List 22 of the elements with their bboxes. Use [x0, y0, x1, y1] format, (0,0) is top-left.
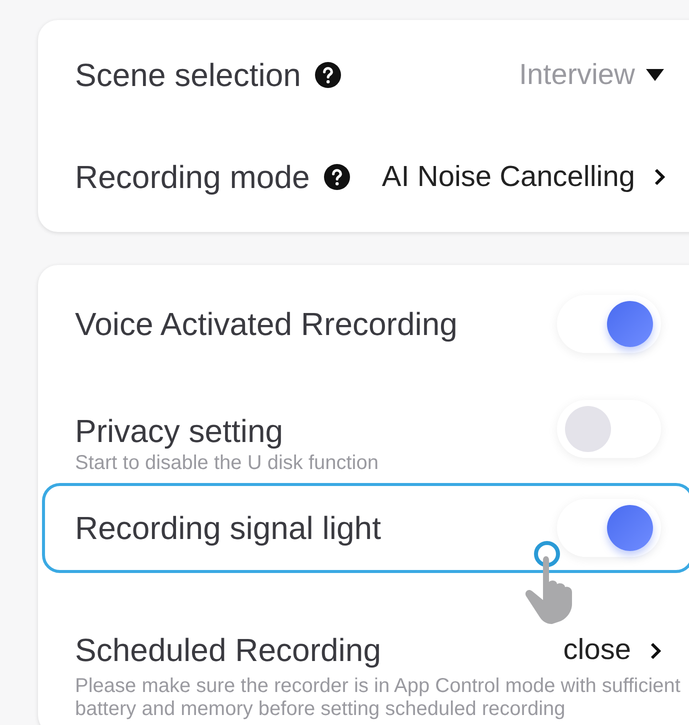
setting-description: Please make sure the recorder is in App Control mode with sufficient battery and memory before setting scheduled recording	[75, 675, 682, 721]
setting-label: Scene selection	[75, 56, 301, 94]
toggle-switch[interactable]	[557, 499, 661, 557]
scene-value: Interview	[518, 58, 635, 92]
setting-label: Scheduled Recording	[75, 632, 381, 669]
setting-row[interactable]: Recording mode AI Noise Cancelling	[42, 156, 689, 198]
setting-label: Recording signal light	[75, 510, 381, 546]
setting-label: Privacy setting	[75, 412, 284, 450]
setting-row[interactable]: Scheduled Recording close Please make sure the recorder is in App Control mode with sufficient battery and memory before setting scheduled recording	[42, 623, 689, 724]
setting-row[interactable]: Scene selection Interview	[42, 54, 689, 96]
chevron-right-icon[interactable]	[653, 168, 665, 186]
help-icon[interactable]	[314, 62, 341, 88]
chevron-right-icon[interactable]	[649, 642, 661, 660]
help-icon[interactable]	[324, 164, 350, 190]
setting-row[interactable]: Privacy setting Start to disable the U disk function	[42, 377, 689, 483]
setting-label: Voice Activated Rrecording	[75, 306, 458, 342]
setting-row[interactable]: Voice Activated Rrecording	[42, 271, 689, 377]
setting-value: close	[563, 634, 631, 667]
setting-label: Recording mode	[75, 158, 310, 196]
setting-description: Start to disable the U disk function	[75, 452, 380, 475]
setting-value: AI Noise Cancelling	[382, 160, 635, 194]
caret-down-icon[interactable]	[645, 68, 665, 82]
